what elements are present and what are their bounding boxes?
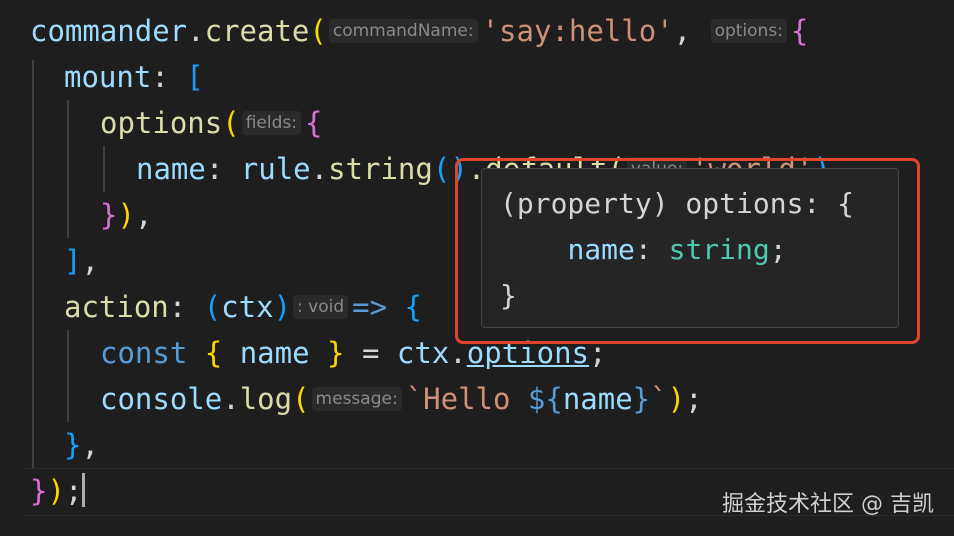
inlay-hint-message: message: bbox=[311, 387, 402, 411]
code-line-10[interactable]: }, bbox=[64, 422, 99, 468]
code-line-5[interactable]: }), bbox=[100, 192, 152, 238]
text-cursor bbox=[82, 473, 86, 507]
code-line-1[interactable]: commander.create(commandName:'say:hello'… bbox=[30, 8, 808, 54]
indent-guide bbox=[67, 330, 69, 422]
indent-guide bbox=[32, 60, 34, 468]
code-line-7[interactable]: action: (ctx): void => { bbox=[64, 284, 422, 330]
inlay-hint-return-type: : void bbox=[293, 295, 349, 319]
inlay-hint-options: options: bbox=[710, 19, 787, 43]
code-line-11[interactable]: }); bbox=[30, 468, 86, 514]
annotation-highlight-box bbox=[455, 158, 920, 344]
code-line-3[interactable]: options(fields:{ bbox=[100, 100, 322, 146]
indent-guide bbox=[103, 146, 105, 192]
code-line-6[interactable]: ], bbox=[64, 238, 99, 284]
indent-guide bbox=[67, 100, 69, 238]
watermark: 掘金技术社区 @ 吉凯 bbox=[722, 492, 934, 517]
code-line-2[interactable]: mount: [ bbox=[64, 54, 204, 100]
inlay-hint-fields: fields: bbox=[241, 111, 301, 135]
code-editor[interactable]: commander.create(commandName:'say:hello'… bbox=[0, 0, 954, 536]
code-line-9[interactable]: console.log(message: `Hello ${name}`); bbox=[100, 376, 703, 422]
inlay-hint-commandName: commandName: bbox=[328, 19, 478, 43]
